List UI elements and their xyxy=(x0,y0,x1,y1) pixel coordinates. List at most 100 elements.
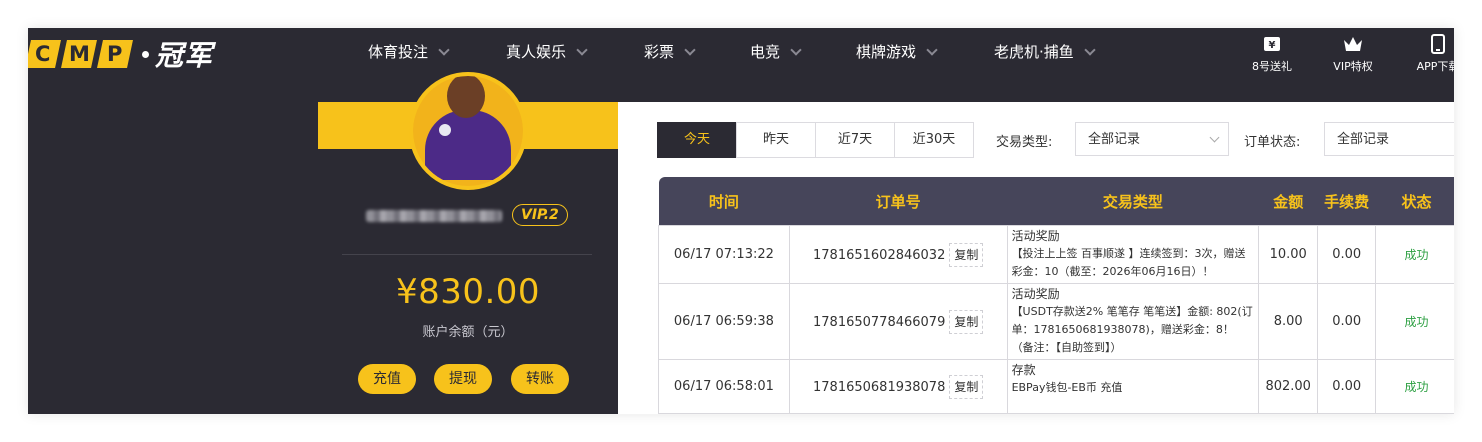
copy-button[interactable]: 复制 xyxy=(949,309,984,334)
transaction-type-select[interactable]: 全部记录 xyxy=(1075,122,1229,156)
withdraw-button[interactable]: 提现 xyxy=(434,364,492,394)
username-blurred xyxy=(366,210,502,222)
nav-item-label: 电竞 xyxy=(750,43,781,61)
type-description: 【投注上上签 百事顺遂 】连续签到：3次，赠送彩金：10（截至：2026年06月… xyxy=(1011,247,1246,278)
cell-status: 成功 xyxy=(1375,283,1454,360)
nav-item-live-casino[interactable]: 真人娱乐 xyxy=(506,41,588,62)
order-status-value: 全部记录 xyxy=(1337,132,1390,147)
order-id-text: 1781650778466079 xyxy=(813,314,946,330)
top-navigation-bar: C M P 冠军 体育投注 真人娱乐 彩票 电竞 棋牌游戏 老虎机·捕鱼 ¥ 8… xyxy=(28,28,1454,102)
nav-item-label: 棋牌游戏 xyxy=(856,43,917,61)
order-id-text: 1781650681938078 xyxy=(813,379,946,395)
quick-link-label: APP下载 xyxy=(1416,60,1454,73)
column-header-status: 状态 xyxy=(1375,177,1454,226)
quick-link-app[interactable]: APP下载 xyxy=(1403,34,1454,74)
crown-icon xyxy=(1344,37,1362,51)
cell-type: 存款 EBPay钱包-EB币 充值 xyxy=(1006,359,1260,414)
avatar-jersey xyxy=(425,110,511,180)
order-status-label: 订单状态: xyxy=(1244,135,1301,150)
logo-dot xyxy=(142,50,149,58)
type-description: EBPay钱包-EB币 充值 xyxy=(1011,381,1123,394)
profile-card: VIP.2 ¥830.00 账户余额（元） 充值 提现 转账 xyxy=(318,72,618,414)
cell-time: 06/17 06:58:01 xyxy=(658,359,790,414)
tab-today[interactable]: 今天 xyxy=(657,122,737,158)
table-header-row: 时间 订单号 交易类型 金额 手续费 状态 xyxy=(658,177,1454,226)
chevron-down-icon xyxy=(438,43,450,56)
date-range-tabs: 今天 昨天 近7天 近30天 xyxy=(657,122,974,158)
column-header-order-id: 订单号 xyxy=(789,177,1008,226)
quick-link-label: VIP特权 xyxy=(1333,60,1373,73)
logo-letter-box: M xyxy=(61,40,97,68)
chevron-down-icon xyxy=(684,43,696,56)
nav-item-label: 真人娱乐 xyxy=(506,43,567,61)
cell-amount: 10.00 xyxy=(1258,225,1319,284)
tab-last-30-days[interactable]: 近30天 xyxy=(894,122,974,158)
nav-item-sports[interactable]: 体育投注 xyxy=(368,41,450,62)
app-window: C M P 冠军 体育投注 真人娱乐 彩票 电竞 棋牌游戏 老虎机·捕鱼 ¥ 8… xyxy=(28,28,1454,414)
column-header-amount: 金额 xyxy=(1258,177,1318,226)
avatar[interactable] xyxy=(409,72,527,190)
account-balance: ¥830.00 xyxy=(395,272,541,312)
cell-amount: 8.00 xyxy=(1258,283,1319,360)
phone-icon xyxy=(1431,34,1445,54)
cell-fee: 0.00 xyxy=(1317,283,1377,360)
nav-item-lottery[interactable]: 彩票 xyxy=(644,41,696,62)
avatar-jersey-badge xyxy=(439,124,451,136)
quick-link-label: 8号送礼 xyxy=(1252,60,1292,73)
cell-type: 活动奖励 【USDT存款送2% 笔笔存 笔笔送】金额: 802(订单：17816… xyxy=(1006,283,1260,360)
order-id-text: 1781651602846032 xyxy=(813,247,946,263)
cell-fee: 0.00 xyxy=(1317,225,1377,284)
site-logo[interactable]: C M P 冠军 xyxy=(28,37,213,72)
cell-status: 成功 xyxy=(1375,225,1454,284)
logo-letter-box: P xyxy=(97,40,133,68)
chevron-down-icon xyxy=(1084,43,1096,56)
cell-time: 06/17 07:13:22 xyxy=(658,225,790,284)
table-row: 06/17 06:58:01 1781650681938078 复制 存款 EBP… xyxy=(658,359,1454,414)
tab-yesterday[interactable]: 昨天 xyxy=(736,122,816,158)
nav-item-label: 老虎机·捕鱼 xyxy=(994,43,1074,61)
type-title: 活动奖励 xyxy=(1011,287,1060,301)
avatar-image xyxy=(413,76,523,186)
chevron-down-icon xyxy=(926,43,938,56)
cell-order-id: 1781650681938078 复制 xyxy=(788,359,1008,414)
logo-letter: M xyxy=(68,42,90,66)
avatar-head xyxy=(447,76,485,118)
copy-button[interactable]: 复制 xyxy=(949,374,984,399)
status-badge: 成功 xyxy=(1404,380,1429,394)
chevron-down-icon xyxy=(1209,132,1220,143)
vip-level-badge: VIP.2 xyxy=(512,204,568,226)
transfer-button[interactable]: 转账 xyxy=(511,364,569,394)
type-title: 活动奖励 xyxy=(1011,229,1060,243)
nav-item-card-games[interactable]: 棋牌游戏 xyxy=(856,41,938,62)
gift-ticket-icon: ¥ xyxy=(1264,37,1280,51)
profile-divider xyxy=(342,254,592,255)
column-header-fee: 手续费 xyxy=(1317,177,1376,226)
column-header-type: 交易类型 xyxy=(1007,177,1259,226)
logo-letter-box: C xyxy=(28,40,61,68)
transaction-records-panel: 今天 昨天 近7天 近30天 交易类型: 全部记录 订单状态: 全部记录 时间 … xyxy=(618,102,1454,414)
chevron-down-icon xyxy=(576,43,588,56)
quick-link-gift[interactable]: ¥ 8号送礼 xyxy=(1237,34,1307,74)
copy-button[interactable]: 复制 xyxy=(949,242,984,267)
nav-item-label: 体育投注 xyxy=(368,43,429,61)
chevron-down-icon xyxy=(790,43,802,56)
column-header-time: 时间 xyxy=(658,177,790,226)
logo-letter: C xyxy=(35,42,51,66)
logo-letter: P xyxy=(107,42,123,66)
deposit-button[interactable]: 充值 xyxy=(358,364,416,394)
nav-item-esports[interactable]: 电竞 xyxy=(750,41,802,62)
nav-item-label: 彩票 xyxy=(644,43,675,61)
order-status-select[interactable]: 全部记录 xyxy=(1324,122,1454,156)
cell-order-id: 1781650778466079 复制 xyxy=(788,283,1008,360)
transaction-table: 时间 订单号 交易类型 金额 手续费 状态 06/17 07:13:22 178… xyxy=(658,177,1454,414)
svg-text:¥: ¥ xyxy=(1269,40,1276,51)
type-title: 存款 xyxy=(1011,363,1036,377)
cell-type: 活动奖励 【投注上上签 百事顺遂 】连续签到：3次，赠送彩金：10（截至：202… xyxy=(1006,225,1260,284)
transaction-table-wrapper: 时间 订单号 交易类型 金额 手续费 状态 06/17 07:13:22 178… xyxy=(658,177,1454,414)
table-row: 06/17 07:13:22 1781651602846032 复制 活动奖励 【… xyxy=(658,225,1454,284)
tab-last-7-days[interactable]: 近7天 xyxy=(815,122,895,158)
status-badge: 成功 xyxy=(1404,315,1429,329)
nav-item-slots-fishing[interactable]: 老虎机·捕鱼 xyxy=(994,41,1096,62)
cell-order-id: 1781651602846032 复制 xyxy=(788,225,1008,284)
quick-link-vip[interactable]: VIP特权 xyxy=(1318,34,1388,74)
